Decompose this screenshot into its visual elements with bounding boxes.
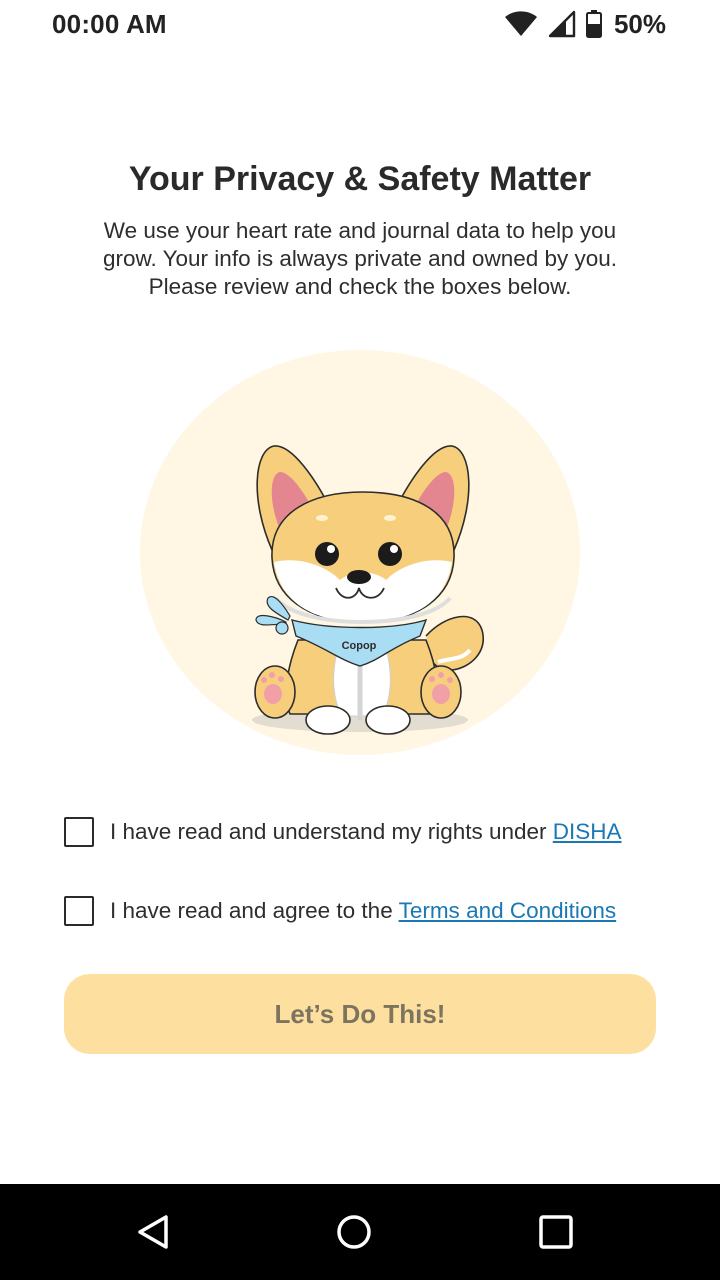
status-bar: 00:00 AM 50% xyxy=(0,0,720,48)
cell-signal-icon xyxy=(548,10,576,38)
disha-link[interactable]: DISHA xyxy=(553,819,622,844)
battery-percent: 50% xyxy=(613,8,666,39)
terms-link[interactable]: Terms and Conditions xyxy=(399,898,617,923)
terms-consent-label: I have read and agree to the xyxy=(110,898,399,923)
dog-mascot-illustration: Copop xyxy=(252,445,484,735)
status-icons: 50% xyxy=(504,9,666,39)
wifi-icon xyxy=(504,11,538,37)
back-icon[interactable] xyxy=(134,1212,174,1252)
disha-consent-text: I have read and understand my rights und… xyxy=(110,819,622,845)
terms-consent-row: I have read and agree to the Terms and C… xyxy=(64,895,664,927)
terms-consent-text: I have read and agree to the Terms and C… xyxy=(110,898,616,924)
bandana-label: Copop xyxy=(342,640,377,652)
home-icon[interactable] xyxy=(334,1212,374,1252)
battery-icon xyxy=(585,10,602,38)
recents-icon[interactable] xyxy=(536,1212,576,1252)
system-nav-bar xyxy=(0,1184,720,1280)
page-subtitle: We use your heart rate and journal data … xyxy=(102,218,618,299)
lets-do-this-button[interactable]: Let’s Do This! xyxy=(64,974,656,1054)
status-time: 00:00 AM xyxy=(52,9,167,39)
disha-checkbox[interactable] xyxy=(64,817,94,847)
disha-consent-row: I have read and understand my rights und… xyxy=(64,816,664,848)
disha-consent-label: I have read and understand my rights und… xyxy=(110,819,553,844)
terms-checkbox[interactable] xyxy=(64,896,94,926)
page-title: Your Privacy & Safety Matter xyxy=(128,160,592,198)
